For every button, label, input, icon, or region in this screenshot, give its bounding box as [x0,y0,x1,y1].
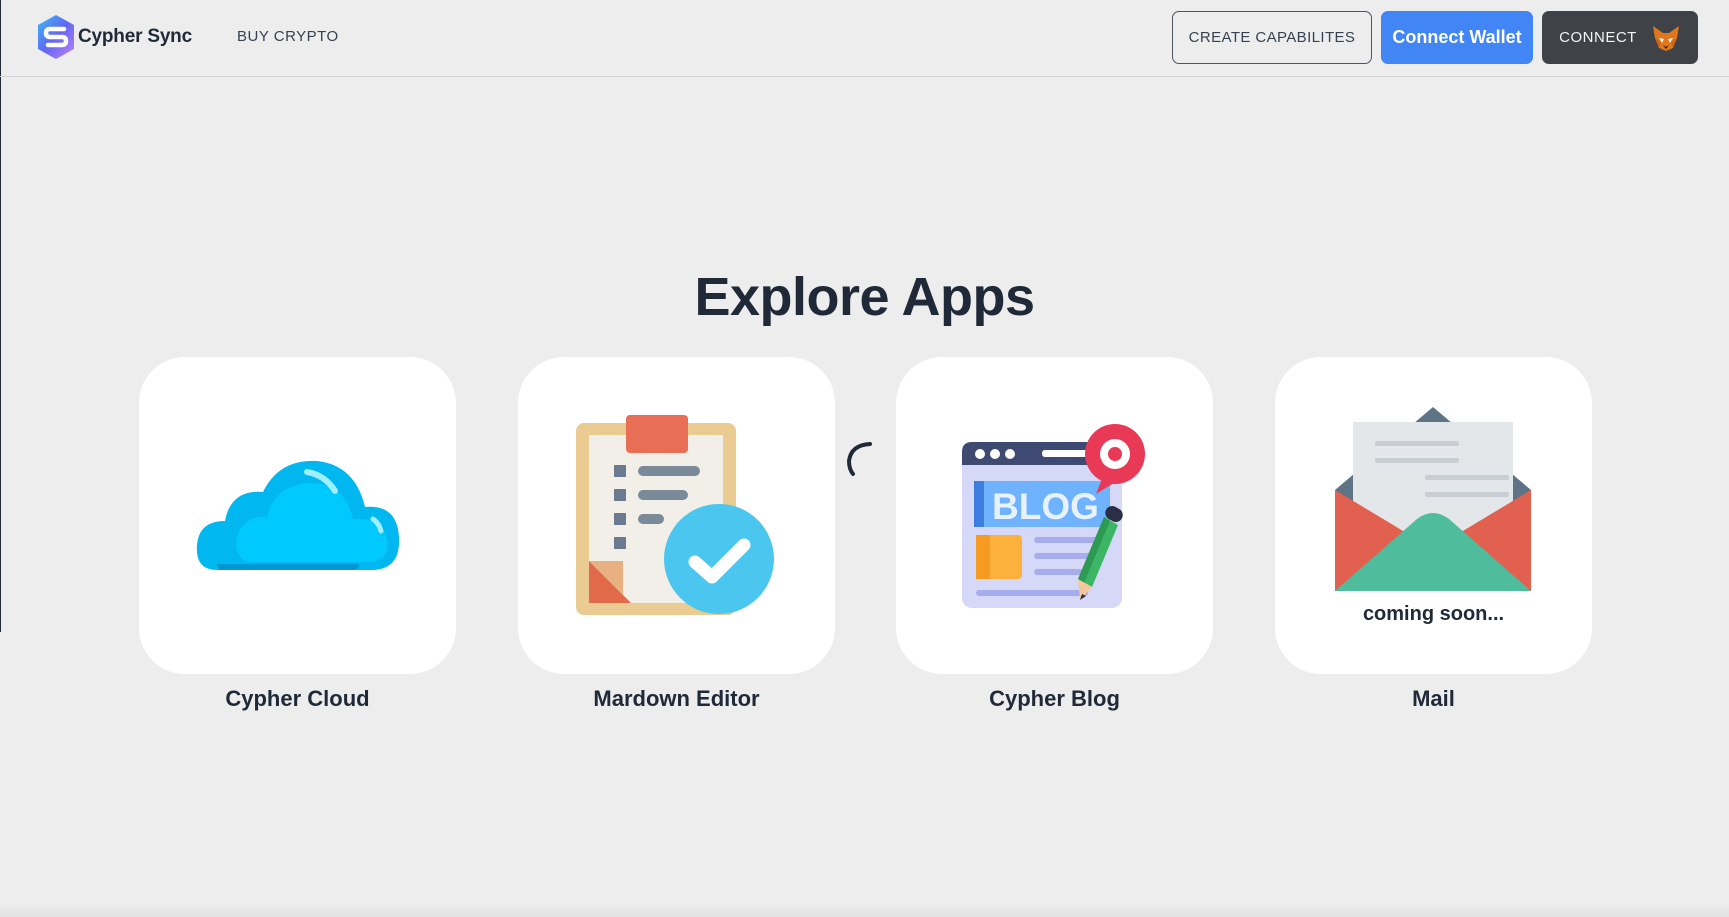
metamask-fox-icon [1651,24,1681,52]
cypher-sync-logo-icon [38,15,74,59]
loading-spinner-icon [846,442,872,476]
connect-wallet-label: Connect Wallet [1392,27,1522,47]
svg-text:BLOG: BLOG [992,486,1099,527]
connect-wallet-button[interactable]: Connect Wallet [1381,11,1533,64]
app-card-cypher-blog[interactable]: BLOG [896,357,1213,674]
coming-soon-text: coming soon... [1362,603,1505,625]
mail-icon [1335,407,1531,591]
brand-name: Cypher Sync [78,26,192,47]
create-capabilities-button[interactable]: CREATE CAPABILITES [1172,11,1372,64]
app-label-markdown-editor: Mardown Editor [593,686,760,711]
app-label-cypher-blog: Cypher Blog [989,686,1120,711]
connect-metamask-button[interactable]: CONNECT [1542,11,1698,64]
app-card-mail[interactable]: coming soon... [1275,357,1592,674]
app-label-mail: Mail [1412,686,1455,711]
cloud-icon [196,460,400,570]
app-card-markdown-editor[interactable] [518,357,835,674]
brand-logo[interactable]: Cypher Sync [36,14,192,60]
nav-buy-crypto-link[interactable]: BUY CRYPTO [237,28,339,45]
clipboard-check-icon [576,415,774,615]
create-capabilities-label: CREATE CAPABILITES [1188,29,1356,46]
app-label-cypher-cloud: Cypher Cloud [225,686,370,711]
top-navbar: Cypher Sync BUY CRYPTO CREATE CAPABILITE… [0,0,1729,77]
app-card-cypher-cloud[interactable] [139,357,456,674]
blog-icon: BLOG [962,424,1145,608]
bottom-shade [0,905,1729,917]
connect-label: CONNECT [1559,29,1637,46]
page-title: Explore Apps [694,267,1035,327]
